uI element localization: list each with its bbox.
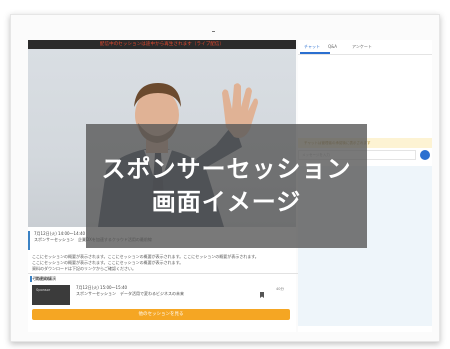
session-description: ここにセッションの概要が表示されます。ここにセッションの概要が表示されます。ここ… bbox=[32, 254, 292, 272]
session-thumbnail: Sponsor bbox=[32, 285, 70, 305]
session-card[interactable]: Sponsor 7月12日(火) 15:00〜15:40 スポンサーセッション … bbox=[32, 283, 294, 307]
overlay-title: スポンサーセッション bbox=[101, 155, 352, 183]
top-divider bbox=[212, 31, 215, 32]
view-more-button[interactable]: 他のセッションを見る bbox=[32, 309, 290, 320]
card-duration: 40分 bbox=[276, 287, 284, 291]
tab-survey[interactable]: アンケート bbox=[352, 44, 372, 50]
tab-chat[interactable]: チャット bbox=[304, 44, 320, 50]
description-line: 資料のダウンロードは下記のリンクからご確認ください。 bbox=[32, 266, 136, 271]
overlay-subtitle: 画面イメージ bbox=[151, 188, 302, 216]
card-text: 7月12日(火) 15:00〜15:40 スポンサーセッション データ活用で変わ… bbox=[76, 285, 256, 297]
thumbnail-label: Sponsor bbox=[36, 288, 51, 292]
overlay-caption: スポンサーセッション 画面イメージ bbox=[86, 124, 367, 248]
bookmark-icon[interactable] bbox=[260, 292, 264, 298]
tab-qa[interactable]: Q&A bbox=[328, 44, 337, 50]
live-banner: 配信中のセッションは途中から再生されます（ライブ配信） bbox=[28, 40, 296, 49]
send-button[interactable] bbox=[420, 150, 430, 160]
sidebar-tabs: チャット Q&A アンケート bbox=[298, 40, 432, 55]
other-sessions-heading: その他の講演 bbox=[28, 273, 300, 282]
card-title: スポンサーセッション データ活用で変わるビジネスの未来 bbox=[76, 291, 184, 296]
active-tab-indicator bbox=[300, 52, 330, 54]
